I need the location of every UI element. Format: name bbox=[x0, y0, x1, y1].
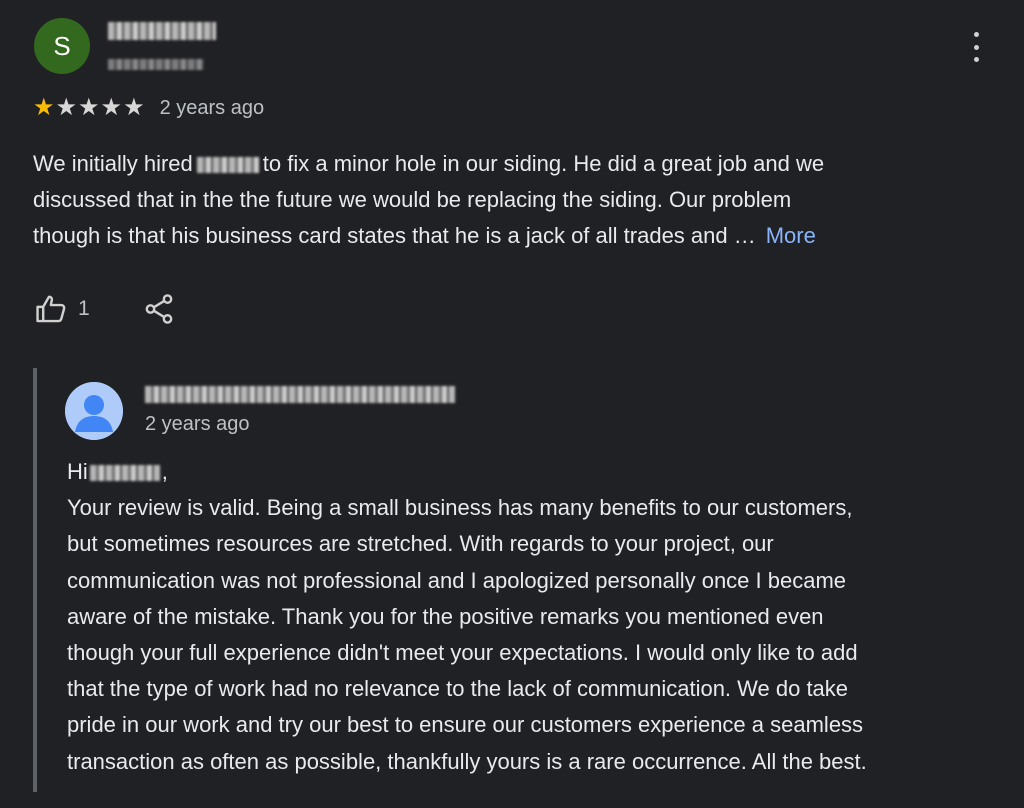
greeting-suffix: , bbox=[161, 459, 168, 484]
greeting-prefix: Hi bbox=[67, 459, 88, 484]
more-link[interactable]: More bbox=[766, 223, 816, 248]
person-icon bbox=[65, 382, 123, 440]
owner-name-redacted[interactable] bbox=[145, 386, 455, 403]
star-icon: ★ bbox=[33, 94, 55, 121]
more-vert-icon bbox=[973, 44, 979, 50]
star-icon: ★ bbox=[123, 94, 145, 121]
reply-line: transaction as often as possible, thankf… bbox=[67, 748, 867, 774]
owner-reply-text: Hi, Your review is valid. Being a small … bbox=[67, 454, 997, 780]
like-button[interactable]: 1 bbox=[34, 292, 90, 326]
reply-line: Your review is valid. Being a small busi… bbox=[67, 495, 853, 521]
reply-greeting: Hi, bbox=[67, 454, 997, 490]
star-icon: ★ bbox=[78, 94, 100, 121]
reviewer-meta bbox=[108, 22, 216, 75]
rating-row: ★ ★ ★ ★ ★ 2 years ago bbox=[33, 96, 264, 120]
star-icon: ★ bbox=[55, 94, 78, 121]
reply-line: communication was not professional and I… bbox=[67, 567, 847, 593]
share-icon bbox=[145, 294, 173, 324]
review-line-part: to fix a minor hole in our siding. He di… bbox=[262, 151, 825, 176]
like-count: 1 bbox=[78, 297, 90, 320]
thumb-up-icon bbox=[36, 295, 66, 323]
owner-avatar[interactable] bbox=[65, 382, 123, 440]
review-actions: 1 bbox=[34, 292, 176, 326]
redacted-name bbox=[196, 157, 259, 174]
review-text: We initially hired to fix a minor hole in… bbox=[33, 146, 993, 254]
reply-line: though your full experience didn't meet … bbox=[67, 640, 858, 666]
redacted-name bbox=[89, 465, 160, 482]
review-line: though is that his business card states … bbox=[33, 218, 993, 254]
share-button[interactable] bbox=[142, 292, 176, 326]
reply-line: but sometimes resources are stretched. W… bbox=[67, 531, 774, 557]
review-line-part: We initially hired bbox=[33, 151, 193, 176]
reviewer-name-redacted[interactable] bbox=[108, 22, 216, 40]
review-header: S bbox=[34, 18, 216, 75]
reviewer-subtitle-redacted bbox=[108, 59, 204, 70]
reply-line: that the type of work had no relevance t… bbox=[67, 676, 849, 702]
review-line: discussed that in the the future we woul… bbox=[33, 187, 792, 212]
reply-line: pride in our work and try our best to en… bbox=[67, 712, 864, 738]
more-vert-icon bbox=[973, 57, 979, 62]
more-vert-icon bbox=[973, 32, 979, 37]
owner-reply-date: 2 years ago bbox=[145, 413, 250, 435]
star-icon: ★ bbox=[100, 94, 123, 121]
star-rating: ★ ★ ★ ★ ★ bbox=[33, 96, 146, 120]
review-date: 2 years ago bbox=[159, 96, 265, 119]
owner-reply: 2 years ago Hi, Your review is valid. Be… bbox=[33, 368, 997, 792]
review-line-part: though is that his business card states … bbox=[33, 223, 756, 248]
more-options-button[interactable] bbox=[966, 32, 986, 62]
reviewer-avatar[interactable]: S bbox=[34, 18, 90, 74]
review-line: We initially hired to fix a minor hole in… bbox=[33, 146, 993, 182]
reply-line: aware of the mistake. Thank you for the … bbox=[67, 603, 824, 629]
